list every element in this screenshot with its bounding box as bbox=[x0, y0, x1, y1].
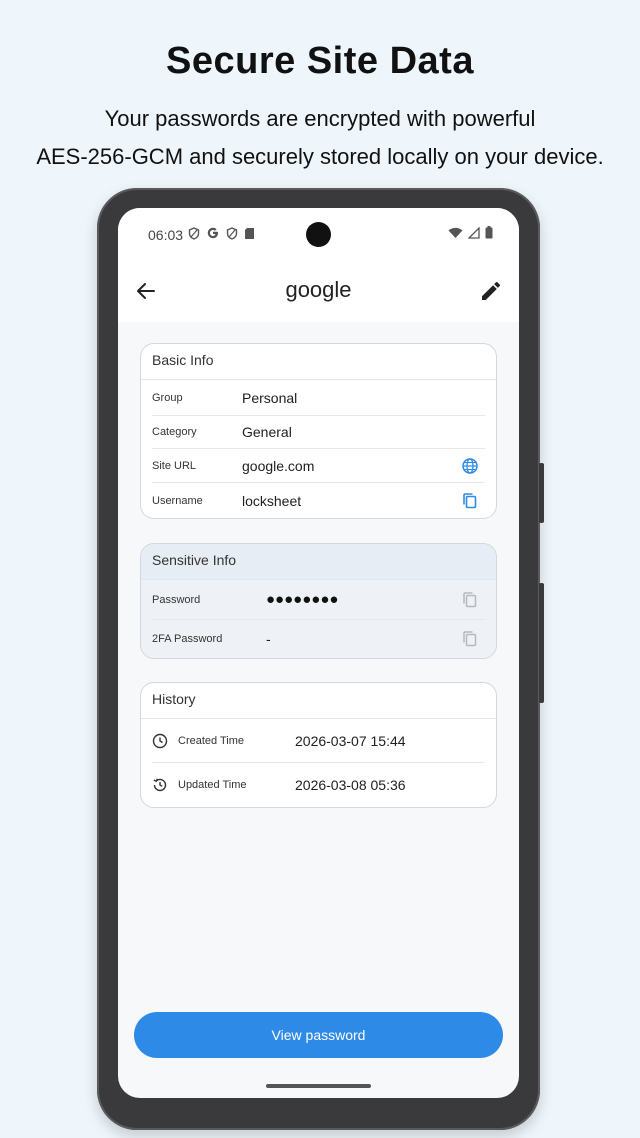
history-row-updated: Updated Time 2026-03-08 05:36 bbox=[152, 763, 485, 807]
history-icon bbox=[153, 778, 167, 792]
row-value: 2026-03-07 15:44 bbox=[295, 732, 406, 749]
row-label: Password bbox=[152, 593, 201, 606]
page-title: google bbox=[285, 277, 352, 302]
sensitive-row-2fa: 2FA Password - bbox=[152, 620, 485, 658]
row-label: Group bbox=[152, 391, 183, 404]
row-value: General bbox=[242, 424, 292, 440]
phone-screen: 06:03 google Basic Info Group Personal C… bbox=[118, 208, 519, 1098]
signal-icon bbox=[468, 226, 480, 239]
info-row-username: Username locksheet bbox=[152, 483, 485, 518]
row-label: Username bbox=[152, 494, 203, 507]
phone-power-button bbox=[539, 463, 544, 523]
history-card: History Created Time 2026-03-07 15:44 Up… bbox=[140, 682, 497, 808]
front-camera bbox=[306, 222, 331, 247]
basic-info-header: Basic Info bbox=[141, 344, 496, 380]
pencil-icon[interactable] bbox=[479, 279, 503, 303]
row-label: Created Time bbox=[178, 734, 245, 747]
info-row-group: Group Personal bbox=[152, 380, 485, 416]
history-header: History bbox=[141, 683, 496, 719]
history-row-created: Created Time 2026-03-07 15:44 bbox=[152, 719, 485, 763]
view-password-button[interactable]: View password bbox=[134, 1012, 503, 1058]
clock-icon bbox=[152, 733, 168, 748]
battery-icon bbox=[485, 226, 493, 239]
promo-subtitle: Your passwords are encrypted with powerf… bbox=[0, 100, 640, 176]
row-value: locksheet bbox=[242, 492, 302, 509]
sensitive-info-header: Sensitive Info bbox=[141, 544, 496, 580]
info-row-category: Category General bbox=[152, 416, 485, 449]
promo-subtitle-line1: Your passwords are encrypted with powerf… bbox=[104, 106, 536, 131]
password-masked: ●●●●●●●● bbox=[266, 591, 339, 608]
row-value: google.com bbox=[242, 457, 315, 474]
home-indicator[interactable] bbox=[266, 1084, 371, 1088]
copy-icon[interactable] bbox=[461, 630, 479, 648]
row-value: 2026-03-08 05:36 bbox=[295, 777, 406, 793]
row-label: Updated Time bbox=[178, 779, 247, 791]
globe-icon[interactable] bbox=[461, 457, 479, 475]
sensitive-info-card: Sensitive Info Password ●●●●●●●● 2FA Pas… bbox=[140, 543, 497, 659]
copy-icon[interactable] bbox=[461, 492, 479, 510]
shield-icon bbox=[226, 226, 238, 240]
row-value: - bbox=[266, 631, 271, 647]
row-label: Site URL bbox=[152, 459, 197, 472]
app-bar: google bbox=[118, 260, 519, 322]
sensitive-row-password: Password ●●●●●●●● bbox=[152, 580, 485, 620]
status-left-icons bbox=[188, 226, 255, 240]
status-time: 06:03 bbox=[148, 227, 184, 243]
row-value: Personal bbox=[242, 389, 298, 406]
google-g-icon bbox=[207, 227, 218, 239]
status-right-icons bbox=[448, 226, 493, 239]
promo-title: Secure Site Data bbox=[166, 40, 474, 82]
copy-icon[interactable] bbox=[461, 591, 479, 609]
wifi-icon bbox=[448, 227, 463, 238]
status-bar: 06:03 bbox=[118, 208, 519, 260]
basic-info-card: Basic Info Group Personal Category Gener… bbox=[140, 343, 497, 519]
info-row-site-url: Site URL google.com bbox=[152, 449, 485, 483]
row-label: Category bbox=[152, 426, 197, 438]
promo-subtitle-line2: AES-256-GCM and securely stored locally … bbox=[36, 144, 604, 169]
shield-icon bbox=[188, 226, 200, 240]
row-label: 2FA Password bbox=[152, 633, 223, 645]
phone-volume-button bbox=[539, 583, 544, 703]
sd-card-icon bbox=[245, 227, 254, 239]
